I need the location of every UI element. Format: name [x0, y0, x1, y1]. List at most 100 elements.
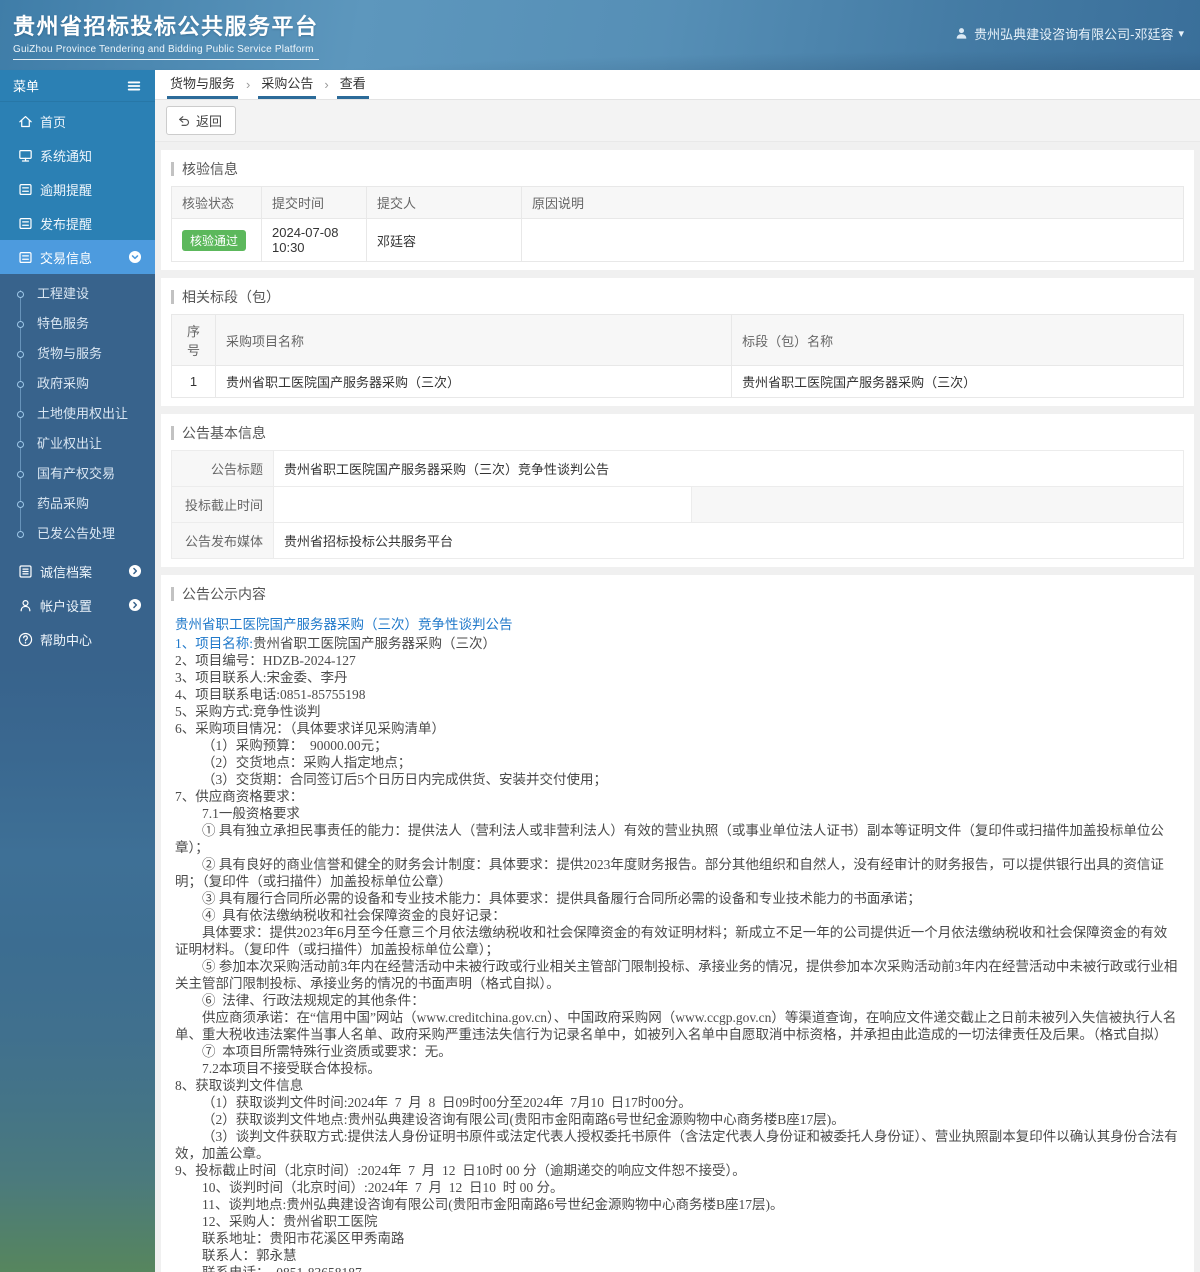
info-row: 投标截止时间	[171, 487, 1184, 523]
caret-down-icon: ▾	[1178, 28, 1184, 40]
announcement-line: （1）采购预算： 90000.00元；	[202, 738, 388, 753]
table-row: 核验通过 2024-07-08 10:30 邓廷容	[171, 218, 1184, 262]
sidebar-item-label: 首页	[40, 114, 67, 130]
table-cell-reason	[521, 218, 1184, 262]
sidebar-item-label: 帐户设置	[40, 598, 93, 614]
announcement-line: ① 具有独立承担民事责任的能力：提供法人（营利法人或非营利法人）有效的营业执照（…	[175, 823, 1164, 855]
sidebar-subitem[interactable]: 国有产权交易	[0, 459, 155, 489]
info-row: 公告发布媒体 贵州省招标投标公共服务平台	[171, 523, 1184, 559]
table-header-cell: 序号	[171, 314, 216, 366]
empty-value-cell	[274, 487, 693, 522]
app-header: 贵州省招标投标公共服务平台 GuiZhou Province Tendering…	[0, 0, 1200, 70]
back-button[interactable]: 返回	[166, 106, 237, 135]
sidebar-item-label: 系统通知	[40, 148, 93, 164]
announcement-line: （3）交货期：合同签订后5个日历日内完成供货、安装并交付使用；	[202, 772, 607, 787]
sidebar-subitem[interactable]: 药品采购	[0, 489, 155, 519]
sidebar-item[interactable]: 交易信息	[0, 240, 155, 274]
announcement-line: 联系地址：贵阳市花溪区甲秀南路	[202, 1231, 405, 1246]
sidebar-subitem[interactable]: 已发公告处理	[0, 519, 155, 549]
sidebar-item[interactable]: 帮助中心	[0, 622, 155, 656]
breadcrumb-separator: ›	[246, 77, 251, 92]
info-value: 贵州省职工医院国产服务器采购（三次）竞争性谈判公告	[284, 462, 610, 477]
announcement-line: ③ 具有履行合同所必需的设备和专业技术能力：具体要求：提供具备履行合同所必需的设…	[202, 891, 921, 906]
sidebar-subitem[interactable]: 矿业权出让	[0, 429, 155, 459]
breadcrumb-item[interactable]: 采购公告	[258, 68, 317, 99]
announcement-body: 贵州省职工医院国产服务器采购（三次）竞争性谈判公告 1、项目名称:贵州省职工医院…	[171, 611, 1184, 1272]
table-header-cell: 提交人	[366, 186, 522, 219]
sidebar-item-label: 逾期提醒	[40, 182, 93, 198]
title-bar-marker	[171, 290, 174, 304]
title-bar-marker	[171, 587, 174, 601]
announcement-line: 供应商须承诺：在“信用中国”网站（www.creditchina.gov.cn）…	[175, 1010, 1177, 1042]
announcement-line: 9、投标截止时间（北京时间）:2024年 7 月 12 日10时 00 分（逾期…	[175, 1163, 746, 1178]
announcement-line-label: 1、项目名称:	[175, 636, 254, 651]
table-cell: 贵州省职工医院国产服务器采购（三次）	[214, 365, 733, 398]
sidebar-item[interactable]: 发布提醒	[0, 206, 155, 240]
section-title-verification: 核验信息	[171, 154, 1184, 186]
doc-card-icon	[17, 181, 34, 198]
page: 贵州省招标投标公共服务平台 GuiZhou Province Tendering…	[0, 0, 1200, 1272]
verification-section: 核验信息 核验状态 提交时间 提交人 原因说明 核验通过 2024-07-08 10:3…	[161, 150, 1194, 270]
doc-card-icon	[17, 215, 34, 232]
announcement-line: 具体要求：提供2023年6月至今任意三个月依法缴纳税收和社会保障资金的有效证明材…	[175, 925, 1168, 957]
announcement-line: 11、谈判地点:贵州弘典建设咨询有限公司(贵阳市金阳南路6号世纪金源购物中心商务…	[202, 1197, 784, 1212]
title-bar-marker	[171, 426, 174, 440]
announcement-line: 7、供应商资格要求：	[175, 789, 304, 804]
table-header-cell: 采购项目名称	[214, 314, 733, 366]
back-label: 返回	[196, 114, 223, 129]
announcement-line: ② 具有良好的商业信誉和健全的财务会计制度：具体要求：提供2023年度财务报告。…	[175, 857, 1164, 889]
sidebar-subitem[interactable]: 土地使用权出让	[0, 399, 155, 429]
main-content: 货物与服务 › 采购公告 › 查看 返回 核验信息 核验状态 提交时间 提交人 原因说明	[155, 70, 1200, 1272]
sidebar-item[interactable]: 逾期提醒	[0, 172, 155, 206]
info-value: 贵州省招标投标公共服务平台	[284, 534, 454, 549]
announcement-line: 联系电话： 0851-83658187	[175, 1264, 1180, 1272]
monitor-icon	[17, 147, 34, 164]
sidebar-item[interactable]: 系统通知	[0, 138, 155, 172]
table-header-cell: 提交时间	[261, 186, 367, 219]
sidebar-item-label: 帮助中心	[40, 632, 93, 648]
sidebar-item-label: 诚信档案	[40, 564, 93, 580]
hamburger-icon[interactable]	[126, 78, 142, 94]
breadcrumb-item[interactable]: 查看	[336, 68, 369, 99]
table-row: 1 贵州省职工医院国产服务器采购（三次） 贵州省职工医院国产服务器采购（三次）	[171, 365, 1184, 398]
sidebar-subitem[interactable]: 特色服务	[0, 309, 155, 339]
info-label: 公告发布媒体	[172, 523, 274, 558]
home-icon	[17, 113, 34, 130]
sidebar-submenu: 工程建设 特色服务 货物与服务 政府采购 土地使用权出让 矿业权出让 国有产权交易 药品采购已…	[0, 274, 155, 552]
chevron-right-circle-icon[interactable]	[127, 597, 143, 613]
sidebar-item[interactable]: 首页	[0, 104, 155, 138]
related-section: 相关标段（包） 序号 采购项目名称 标段（包）名称 1 贵州省职工医院国产服务器采购（…	[161, 278, 1194, 406]
announcement-line: 8、获取谈判文件信息	[175, 1078, 304, 1093]
announcement-line: ⑦ 本项目所需特殊行业资质或要求：无。	[202, 1044, 452, 1059]
sidebar-subitem[interactable]: 政府采购	[0, 369, 155, 399]
breadcrumb-item[interactable]: 货物与服务	[167, 68, 239, 99]
announcement-line: 4、项目联系电话:0851-85755198	[175, 687, 366, 702]
basic-info-rows: 公告标题 贵州省职工医院国产服务器采购（三次）竞争性谈判公告 投标截止时间 公告发布媒…	[171, 450, 1184, 559]
announcement-line: 联系人：郭永慧	[202, 1248, 297, 1263]
chevron-right-circle-icon[interactable]	[127, 563, 143, 579]
user-menu[interactable]: 贵州弘典建设咨询有限公司-邓廷容 ▾	[954, 24, 1184, 43]
chevron-down-circle-icon[interactable]	[127, 249, 143, 265]
announcement-title: 贵州省职工医院国产服务器采购（三次）竞争性谈判公告	[175, 617, 513, 632]
menu-label: 菜单	[13, 79, 40, 94]
title-bar-marker	[171, 162, 174, 176]
announcement-line: 10、谈判时间（北京时间）:2024年 7 月 12 日10 时 00 分。	[202, 1180, 564, 1195]
sidebar-item[interactable]: 诚信档案	[0, 554, 155, 588]
section-title-announcement: 公告公示内容	[171, 579, 1184, 611]
announcement-line: ④ 具有依法缴纳税收和社会保障资金的良好记录：	[202, 908, 506, 923]
sidebar-subitem[interactable]: 工程建设	[0, 279, 155, 309]
doc-card-icon	[17, 249, 34, 266]
announcement-section: 公告公示内容 贵州省职工医院国产服务器采购（三次）竞争性谈判公告 1、项目名称:…	[161, 575, 1194, 1272]
sidebar-main-nav: 首页系统通知逾期提醒发布提醒 交易信息	[0, 102, 155, 274]
table-header-cell: 原因说明	[521, 186, 1184, 219]
table-cell-person: 邓廷容	[366, 218, 522, 262]
announcement-lines: 1、项目名称:贵州省职工医院国产服务器采购（三次） 2、项目编号：HDZB-202…	[175, 635, 1180, 1272]
sidebar-subitem[interactable]: 货物与服务	[0, 339, 155, 369]
user-name: 贵州弘典建设咨询有限公司-邓廷容	[974, 27, 1174, 42]
user-icon	[17, 597, 34, 614]
table-header-cell: 核验状态	[171, 186, 262, 219]
table-cell-time: 2024-07-08 10:30	[261, 218, 367, 262]
announcement-line: 1、项目名称:贵州省职工医院国产服务器采购（三次）	[175, 636, 497, 651]
sidebar-item[interactable]: 帐户设置	[0, 588, 155, 622]
sidebar-menu-header[interactable]: 菜单	[0, 70, 155, 102]
